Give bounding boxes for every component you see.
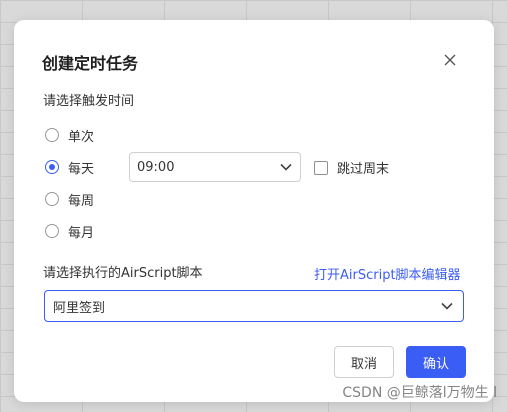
cancel-button[interactable]: 取消 [334, 346, 394, 378]
radio-label-once: 单次 [68, 129, 95, 145]
radio-label-weekly: 每周 [68, 193, 95, 209]
script-select[interactable]: 阿里签到 [44, 290, 464, 322]
radio-label-daily: 每天 [68, 161, 95, 177]
time-value: 09:00 [137, 159, 175, 175]
create-scheduled-task-dialog: 创建定时任务 请选择触发时间 单次 每天 每周 每月 09:00 跳过周末 请选… [14, 20, 494, 402]
radio-daily[interactable]: 每天 [45, 157, 94, 177]
skip-weekend-label: 跳过周末 [337, 162, 390, 177]
dialog-title: 创建定时任务 [42, 54, 139, 73]
confirm-button[interactable]: 确认 [406, 346, 466, 378]
radio-label-monthly: 每月 [68, 225, 95, 241]
watermark: CSDN @巨鲸落l万物生 l [342, 385, 497, 401]
radio-weekly[interactable]: 每周 [45, 189, 94, 209]
open-script-editor-link[interactable]: 打开AirScript脚本编辑器 [314, 264, 461, 283]
time-select[interactable]: 09:00 [129, 152, 301, 182]
chevron-down-icon [280, 163, 292, 171]
close-button[interactable] [440, 50, 460, 70]
chevron-down-icon [441, 302, 453, 310]
script-label: 请选择执行的AirScript脚本 [43, 266, 203, 281]
radio-circle-checked [45, 160, 59, 174]
radio-monthly[interactable]: 每月 [45, 221, 94, 241]
script-value: 阿里签到 [53, 300, 106, 316]
radio-circle [45, 192, 59, 206]
checkbox-box [314, 160, 328, 175]
skip-weekend-checkbox[interactable]: 跳过周末 [314, 158, 389, 177]
radio-circle [45, 224, 59, 238]
radio-circle [45, 128, 59, 142]
close-icon [444, 54, 456, 66]
radio-once[interactable]: 单次 [45, 125, 94, 145]
trigger-time-label: 请选择触发时间 [43, 94, 135, 109]
